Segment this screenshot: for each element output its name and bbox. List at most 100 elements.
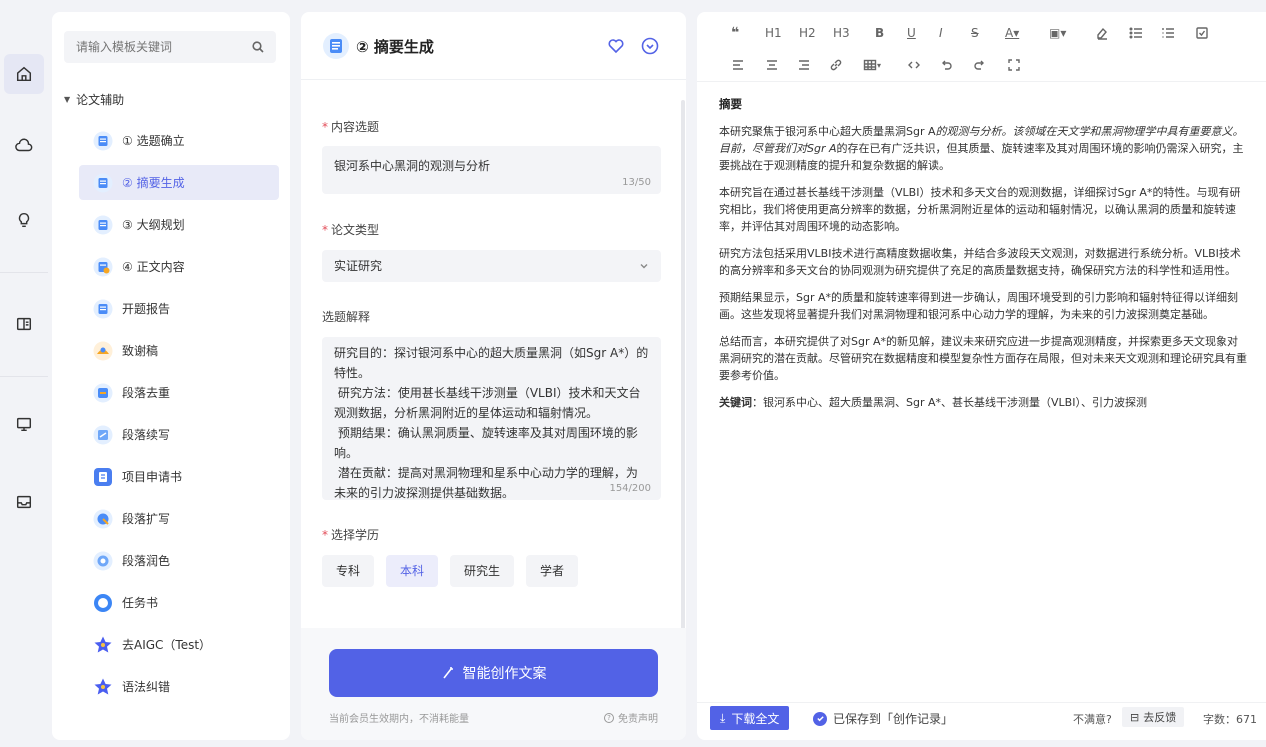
book-icon[interactable] (4, 304, 44, 344)
explain-line: 研究方法：使用甚长基线干涉测量（VLBI）技术和天文台观测数据，分析黑洞附近的星… (334, 386, 641, 420)
topic-char-count: 13/50 (622, 177, 651, 188)
font-color-button[interactable]: A▾ (1005, 24, 1019, 42)
template-item[interactable]: ② 摘要生成 (79, 165, 279, 200)
help-icon: ? (604, 712, 614, 723)
download-icon: ⤓ (720, 710, 726, 725)
save-status-text: 已保存到「创作记录」 (833, 712, 954, 726)
strikethrough-button[interactable]: S (971, 24, 979, 42)
underline-button[interactable]: U (907, 24, 916, 42)
type-label-text: 论文类型 (331, 223, 380, 237)
paragraph-4: 预期结果显示，Sgr A*的质量和旋转速率得到进一步确认，周围环境受到的引力影响… (719, 291, 1239, 321)
paragraph-1: 本研究聚焦于银河系中心超大质量黑洞Sgr A的观测与分析。该领域在天文学和黑洞物… (719, 123, 1247, 174)
rail-divider (0, 376, 48, 377)
category-toggle[interactable]: ▼ 论文辅助 (64, 91, 124, 108)
numbered-list-icon[interactable] (1161, 24, 1175, 42)
keywords: 关键词：银河系中心、超大质量黑洞、Sgr A*、甚长基线干涉测量（VLBI）、引… (719, 394, 1247, 411)
edu-option[interactable]: 学者 (526, 555, 579, 587)
type-select[interactable]: 实证研究 (322, 250, 661, 282)
template-item[interactable]: 开题报告 (79, 291, 279, 326)
form-scrollbar[interactable] (681, 100, 685, 630)
form-panel: ② 摘要生成 * 内容选题 银河系中心黑洞的观测与分析 13/50 * 论文类型 实… (301, 12, 686, 740)
left-rail (0, 0, 48, 747)
expand-icon (93, 509, 113, 529)
template-list: ① 选题确立 ② 摘要生成 ③ 大纲规划 ④ 正文内容 开题报告致谢稿段落去重段落续写项… (79, 123, 279, 711)
explain-textarea[interactable]: 研究目的：探讨银河系中心的超大质量黑洞（如Sgr A*）的特性。 研究方法：使用… (322, 337, 661, 500)
template-item[interactable]: ③ 大纲规划 (79, 207, 279, 242)
document-body[interactable]: 摘要 本研究聚焦于银河系中心超大质量黑洞Sgr A的观测与分析。该领域在天文学和… (719, 96, 1247, 421)
checkbox-icon[interactable] (1195, 24, 1209, 42)
heading1-button[interactable]: H1 (765, 24, 782, 42)
topic-value: 银河系中心黑洞的观测与分析 (334, 159, 491, 173)
edu-label: * 选择学历 (322, 526, 379, 543)
edu-option[interactable]: 专科 (322, 555, 375, 587)
template-item[interactable]: 语法纠错 (79, 669, 279, 704)
align-left-icon[interactable] (731, 56, 745, 74)
search-icon[interactable] (252, 41, 264, 53)
topic-input[interactable]: 银河系中心黑洞的观测与分析 13/50 (322, 146, 661, 194)
template-item[interactable]: 段落续写 (79, 417, 279, 452)
template-item-label: 段落扩写 (122, 512, 171, 526)
align-right-icon[interactable] (797, 56, 811, 74)
p1-plain: 本研究聚焦于银河系中心超大质量黑洞Sgr A (719, 125, 936, 138)
template-search-input[interactable] (76, 40, 252, 54)
home-icon[interactable] (4, 54, 44, 94)
template-item[interactable]: 段落润色 (79, 543, 279, 578)
template-item-label: 项目申请书 (122, 470, 183, 484)
explain-line: 预期结果：确认黑洞质量、旋转速率及其对周围环境的影响。 (334, 426, 638, 460)
disclaimer-text: 免责声明 (618, 714, 658, 725)
template-item[interactable]: 项目申请书 (79, 459, 279, 494)
template-item[interactable]: 段落扩写 (79, 501, 279, 536)
table-icon[interactable]: ▾ (863, 56, 881, 74)
template-item-label: 段落去重 (122, 386, 171, 400)
heading3-button[interactable]: H3 (833, 24, 850, 42)
template-item[interactable]: ④ 正文内容 (79, 249, 279, 284)
bullet-list-icon[interactable] (1129, 24, 1143, 42)
inbox-icon[interactable] (4, 482, 44, 522)
bulb-icon[interactable] (4, 200, 44, 240)
template-item[interactable]: 任务书 (79, 585, 279, 620)
download-button[interactable]: ⤓ 下载全文 (710, 706, 790, 730)
template-item-label: 致谢稿 (122, 344, 159, 358)
template-item-label: 任务书 (122, 596, 159, 610)
fullscreen-icon[interactable] (1007, 56, 1021, 74)
align-center-icon[interactable] (765, 56, 779, 74)
quote-icon[interactable]: ❝ (731, 24, 739, 42)
feedback-label: 去反馈 (1143, 711, 1177, 724)
required-mark: * (322, 223, 328, 237)
explain-label: 选题解释 (322, 310, 371, 324)
generate-button[interactable]: 智能创作文案 (329, 649, 658, 697)
italic-button[interactable]: I (939, 24, 943, 42)
redo-icon[interactable] (973, 56, 987, 74)
template-item[interactable]: 去AIGC（Test） (79, 627, 279, 662)
continue-icon (93, 425, 113, 445)
keywords-label: 关键词 (719, 396, 752, 409)
template-item[interactable]: 致谢稿 (79, 333, 279, 368)
thanks-icon (93, 341, 113, 361)
highlight-button[interactable]: ▣▾ (1049, 24, 1066, 42)
undo-icon[interactable] (939, 56, 953, 74)
template-item[interactable]: ① 选题确立 (79, 123, 279, 158)
eraser-icon[interactable] (1095, 24, 1109, 42)
feedback-button[interactable]: ⊟ 去反馈 (1122, 707, 1185, 727)
doc-blue-icon (93, 173, 113, 193)
category-label: 论文辅助 (76, 93, 125, 107)
page-title: ② 摘要生成 (356, 38, 434, 56)
type-label: * 论文类型 (322, 221, 379, 238)
task-icon (93, 593, 113, 613)
template-item[interactable]: 段落去重 (79, 375, 279, 410)
monitor-icon[interactable] (4, 404, 44, 444)
star-icon (93, 635, 113, 655)
dedupe-icon (93, 383, 113, 403)
link-icon[interactable] (829, 56, 843, 74)
code-icon[interactable] (907, 56, 921, 74)
heading2-button[interactable]: H2 (799, 24, 816, 42)
edu-option[interactable]: 研究生 (450, 555, 515, 587)
cloud-icon[interactable] (4, 126, 44, 166)
template-search[interactable] (64, 31, 276, 63)
disclaimer-link[interactable]: ? 免责声明 (604, 710, 658, 725)
heart-icon[interactable] (607, 37, 625, 55)
chevron-circle-icon[interactable] (641, 37, 659, 55)
bold-button[interactable]: B (875, 24, 884, 42)
edu-option[interactable]: 本科 (386, 555, 439, 587)
document-heading: 摘要 (719, 97, 742, 111)
